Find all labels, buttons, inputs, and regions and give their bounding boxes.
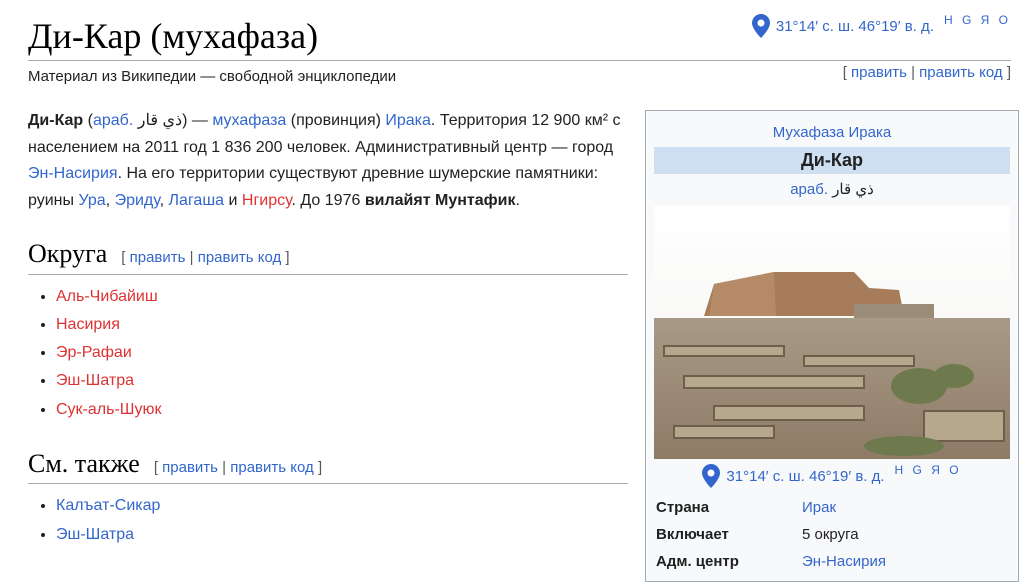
- link-arabic[interactable]: араб.: [790, 181, 828, 198]
- title-divider: [28, 60, 1011, 61]
- edit-link[interactable]: править: [851, 64, 907, 81]
- infobox-caption[interactable]: Мухафаза Ирака: [646, 124, 1018, 141]
- section-edit-code-link[interactable]: править код: [230, 459, 314, 476]
- bracket-open: [: [153, 458, 158, 476]
- map-services[interactable]: H G Я O: [944, 13, 1011, 27]
- infobox-value: 5 округа: [802, 526, 859, 543]
- link-nasiriyah[interactable]: Эн-Насирия: [28, 165, 118, 182]
- section-districts: Округа [ править | править код ] Аль-Чиб…: [28, 238, 628, 424]
- location-pin-icon: [702, 464, 721, 488]
- infobox-native-name: араб. ذي قار: [646, 180, 1018, 198]
- bracket-close: ]: [1006, 64, 1011, 81]
- section-see-also: См. также [ править | править код ] Калъ…: [28, 448, 628, 549]
- link-lagash[interactable]: Лагаша: [169, 192, 225, 209]
- text: .: [515, 191, 520, 209]
- bracket-open: [: [842, 64, 847, 81]
- section-edit-code-link[interactable]: править код: [198, 249, 282, 266]
- list-item: Сук-аль-Шуюк: [56, 396, 628, 424]
- section-edit-link[interactable]: править: [162, 459, 218, 476]
- separator: |: [189, 249, 194, 266]
- infobox-coordinates[interactable]: 31°14′ с. ш. 46°19′ в. д. H G Я O: [646, 463, 1018, 488]
- map-services[interactable]: H G Я O: [895, 463, 962, 477]
- districts-list: Аль-Чибайиш Насирия Эр-Рафаи Эш-Шатра Су…: [28, 283, 628, 424]
- page-edit-links: [ править | править код ]: [843, 64, 1011, 81]
- intro-paragraph: Ди-Кар (араб. ذي قار) — мухафаза (провин…: [28, 108, 628, 214]
- section-header: См. также [ править | править код ]: [28, 448, 628, 485]
- capital-link[interactable]: Эн-Насирия: [802, 553, 886, 570]
- district-link[interactable]: Насирия: [56, 316, 120, 333]
- section-heading: Округа: [28, 239, 108, 268]
- page-title: Ди-Кар (мухафаза): [28, 16, 319, 56]
- text: ,: [159, 191, 169, 209]
- section-edit-link[interactable]: править: [130, 249, 186, 266]
- section-heading: См. также: [28, 448, 140, 478]
- former-name: вилайят Мунтафик: [364, 191, 516, 209]
- infobox-value: Ирак: [800, 494, 1010, 521]
- list-item: Аль-Чибайиш: [56, 283, 628, 311]
- country-link[interactable]: Ирак: [802, 499, 836, 516]
- infobox-row: Страна Ирак: [654, 494, 1010, 521]
- text: . До 1976: [291, 191, 365, 209]
- bracket-open: [: [121, 249, 126, 266]
- link-arabic[interactable]: араб.: [93, 112, 133, 129]
- section-header: Округа [ править | править код ]: [28, 238, 628, 275]
- link-iraq[interactable]: Ирака: [385, 112, 431, 129]
- location-pin-icon: [751, 14, 770, 38]
- coordinates-top[interactable]: 31°14′ с. ш. 46°19′ в. д. H G Я O: [751, 13, 1011, 38]
- text: ذي قار) —: [133, 112, 213, 129]
- infobox-key: Страна: [656, 499, 710, 516]
- native-text: ذي قار: [828, 181, 874, 198]
- text: и: [224, 191, 242, 209]
- link-muhafaza[interactable]: мухафаза: [212, 112, 286, 129]
- ziggurat-photo[interactable]: [654, 206, 1010, 459]
- link-girsu[interactable]: Нгирсу: [242, 192, 292, 209]
- list-item: Калъат-Сикар: [56, 492, 628, 520]
- coordinates-text[interactable]: 31°14′ с. ш. 46°19′ в. д.: [726, 468, 884, 485]
- see-also-link[interactable]: Калъат-Сикар: [56, 497, 160, 514]
- link-eridu[interactable]: Эриду: [115, 192, 160, 209]
- district-link[interactable]: Сук-аль-Шуюк: [56, 401, 161, 418]
- text: (: [83, 112, 93, 129]
- section-edit-links: [ править | править код ]: [154, 455, 322, 482]
- see-also-link[interactable]: Эш-Шатра: [56, 526, 134, 543]
- text: (провинция): [286, 112, 386, 129]
- separator: |: [222, 458, 227, 476]
- site-tagline: Материал из Википедии — свободной энцикл…: [28, 68, 397, 85]
- infobox-row: Включает 5 округа: [654, 521, 1010, 548]
- edit-code-link[interactable]: править код: [919, 64, 1003, 81]
- bracket-close: ]: [285, 249, 290, 266]
- text: ,: [105, 191, 115, 209]
- subject-name: Ди-Кар: [28, 112, 84, 129]
- district-link[interactable]: Эш-Шатра: [56, 372, 134, 389]
- article-body: Ди-Кар (араб. ذي قار) — мухафаза (провин…: [28, 108, 628, 549]
- district-link[interactable]: Аль-Чибайиш: [56, 288, 158, 305]
- infobox-table: Страна Ирак Включает 5 округа Адм. центр…: [654, 494, 1010, 575]
- list-item: Насирия: [56, 311, 628, 339]
- section-edit-links: [ править | править код ]: [121, 245, 289, 272]
- infobox-key: Включает: [656, 526, 729, 543]
- list-item: Эш-Шатра: [56, 521, 628, 549]
- infobox-title: Ди-Кар: [654, 147, 1010, 174]
- see-also-list: Калъат-Сикар Эш-Шатра: [28, 492, 628, 549]
- infobox: Мухафаза Ирака Ди-Кар араб. ذي قار 31°14…: [645, 110, 1019, 582]
- list-item: Эр-Рафаи: [56, 339, 628, 367]
- bracket-close: ]: [317, 458, 323, 476]
- coordinates-text[interactable]: 31°14′ с. ш. 46°19′ в. д.: [776, 18, 934, 35]
- separator: |: [911, 64, 915, 81]
- district-link[interactable]: Эр-Рафаи: [56, 344, 132, 361]
- list-item: Эш-Шатра: [56, 367, 628, 395]
- link-ur[interactable]: Ура: [78, 192, 105, 209]
